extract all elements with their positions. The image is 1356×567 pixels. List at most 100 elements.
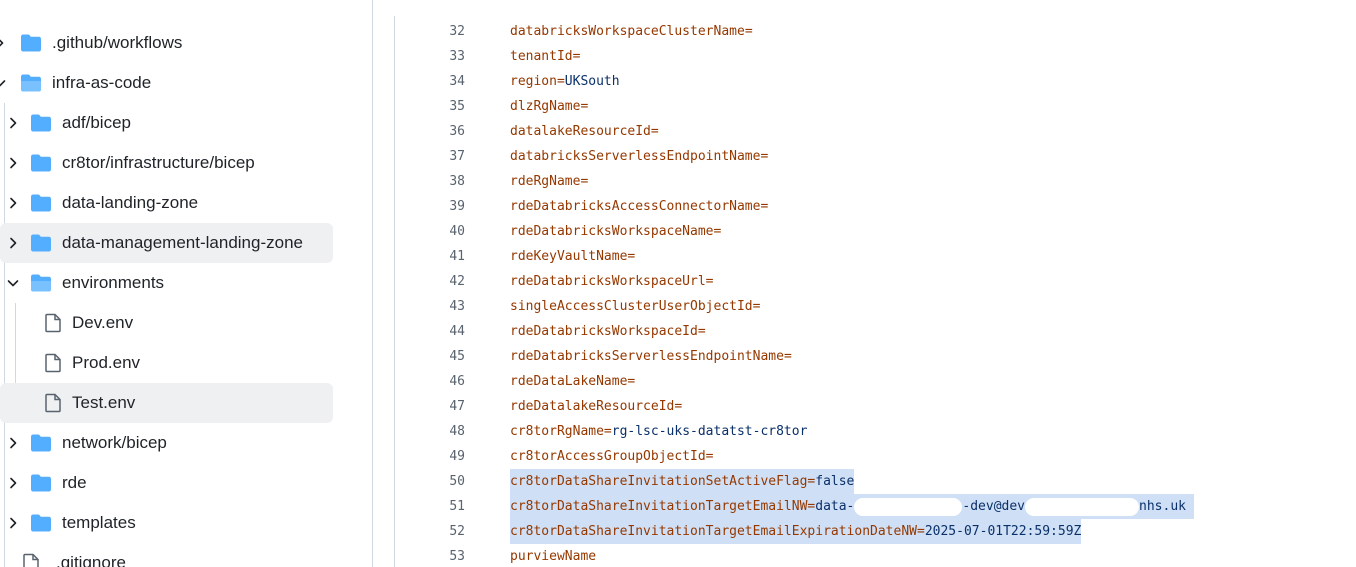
line-number[interactable]: 44	[395, 319, 465, 344]
code-viewer: 32 databricksWorkspaceClusterName = 33 tenan…	[394, 16, 1356, 567]
line-number[interactable]: 35	[395, 94, 465, 119]
env-key: databricksServerlessEndpointName	[510, 149, 761, 164]
line-number[interactable]: 33	[395, 44, 465, 69]
line-number[interactable]: 41	[395, 244, 465, 269]
chevron-right-icon[interactable]	[6, 236, 20, 250]
tree-folder-environments[interactable]: environments	[0, 263, 333, 303]
code-line: 53 purviewName	[395, 544, 1355, 567]
tree-file-prod-env[interactable]: Prod.env	[0, 343, 333, 383]
code-text: rdeDataLakeName=	[510, 369, 635, 394]
tree-folder-infra-as-code[interactable]: infra-as-code	[0, 63, 333, 103]
tree-folder-network-bicep[interactable]: network/bicep	[0, 423, 333, 463]
line-number[interactable]: 47	[395, 394, 465, 419]
code-line: 45 rdeDatabricksServerlessEndpointName=	[395, 344, 1355, 369]
code-text: rdeDatabricksAccessConnectorName=	[510, 194, 768, 219]
code-line: 52 cr8torDataShareInvitationTargetEmailEx…	[395, 519, 1355, 544]
tree-item-label: .gitignore	[56, 553, 126, 567]
tree-folder-templates[interactable]: templates	[0, 503, 333, 543]
code-line: 47 rdeDatalakeResourceId=	[395, 394, 1355, 419]
equals-sign: =	[917, 524, 925, 539]
env-key: rdeDatalakeResourceId	[510, 399, 675, 414]
equals-sign: =	[760, 149, 769, 164]
folder-open-icon	[20, 73, 42, 93]
line-number[interactable]: 52	[395, 519, 465, 544]
code-line: 33 tenantId=	[395, 44, 1355, 69]
env-value-part: nhs.uk	[1139, 499, 1186, 514]
code-line: 34 region=UKSouth	[395, 69, 1355, 94]
env-key: region	[510, 74, 557, 89]
tree-file-gitignore[interactable]: .gitignore	[0, 543, 333, 567]
code-line: 51 cr8torDataShareInvitationTargetEmailNW…	[395, 494, 1355, 519]
line-number[interactable]: 43	[395, 294, 465, 319]
tree-item-label: Test.env	[72, 393, 136, 412]
code-line: 36 datalakeResourceId=	[395, 119, 1355, 144]
code-text: cr8torDataShareInvitationTargetEmailExpi…	[510, 519, 1082, 544]
env-key: dlzRgName	[510, 99, 581, 114]
line-number[interactable]: 42	[395, 269, 465, 294]
chevron-down-icon[interactable]	[6, 276, 20, 290]
code-text: purviewName	[510, 544, 596, 567]
chevron-right-icon[interactable]	[6, 156, 20, 170]
line-number[interactable]: 40	[395, 219, 465, 244]
tree-folder-rde[interactable]: rde	[0, 463, 333, 503]
tree-item-label: environments	[62, 273, 165, 292]
tree-folder-adf-bicep[interactable]: adf/bicep	[0, 103, 333, 143]
line-number[interactable]: 34	[395, 69, 465, 94]
line-number[interactable]: 46	[395, 369, 465, 394]
equals-sign: =	[580, 99, 589, 114]
tree-item-label: cr8tor/infrastructure/bicep	[62, 153, 255, 172]
code-text: dlzRgName=	[510, 94, 588, 119]
line-number[interactable]: 45	[395, 344, 465, 369]
tree-item-label: .github/workflows	[52, 33, 183, 52]
tree-folder-cr8tor-infrastructure-bicep[interactable]: cr8tor/infrastructure/bicep	[0, 143, 333, 183]
code-text: tenantId=	[510, 44, 580, 69]
env-key: singleAccessClusterUserObjectId	[510, 299, 753, 314]
tree-file-dev-env[interactable]: Dev.env	[0, 303, 333, 343]
line-number[interactable]: 39	[395, 194, 465, 219]
env-key: tenantId	[510, 49, 573, 64]
code-text: rdeKeyVaultName=	[510, 244, 635, 269]
code-line: 50 cr8torDataShareInvitationSetActiveFlag…	[395, 469, 1355, 494]
env-key: cr8torRgName	[510, 424, 604, 439]
tree-folder-data-landing-zone[interactable]: data-landing-zone	[0, 183, 333, 223]
chevron-down-icon[interactable]	[0, 76, 7, 90]
line-number[interactable]: 37	[395, 144, 465, 169]
env-value: UKSouth	[564, 74, 620, 89]
line-number[interactable]: 51	[395, 494, 465, 519]
tree-folder-data-management-landing-zone[interactable]: data-management-landing-zone	[0, 223, 333, 263]
code-text: singleAccessClusterUserObjectId=	[510, 294, 760, 319]
line-number[interactable]: 32	[395, 19, 465, 44]
line-number[interactable]: 38	[395, 169, 465, 194]
code-line: 46 rdeDataLakeName=	[395, 369, 1355, 394]
env-key: databricksWorkspaceClusterName	[510, 24, 745, 39]
line-number[interactable]: 36	[395, 119, 465, 144]
code-line: 37 databricksServerlessEndpointName=	[395, 144, 1355, 169]
env-key: datalakeResourceId	[510, 124, 651, 139]
code-text: datalakeResourceId=	[510, 119, 659, 144]
folder-icon	[30, 193, 52, 213]
chevron-right-icon[interactable]	[6, 436, 20, 450]
chevron-right-icon[interactable]	[6, 196, 20, 210]
code-text: rdeDatalakeResourceId=	[510, 394, 682, 419]
repo-file-browser: .github/workflows infra-as-code adf/bicep c…	[0, 0, 1356, 567]
equals-sign: =	[713, 224, 722, 239]
tree-file-test-env[interactable]: Test.env	[0, 383, 333, 423]
code-text: rdeDatabricksServerlessEndpointName=	[510, 344, 792, 369]
code-line: 43 singleAccessClusterUserObjectId=	[395, 294, 1355, 319]
tree-folder-github-workflows[interactable]: .github/workflows	[0, 23, 333, 63]
env-key: cr8torDataShareInvitationTargetEmailExpi…	[510, 524, 917, 539]
line-number[interactable]: 50	[395, 469, 465, 494]
line-number[interactable]: 49	[395, 444, 465, 469]
chevron-right-icon[interactable]	[6, 476, 20, 490]
chevron-right-icon[interactable]	[0, 36, 7, 50]
line-number[interactable]: 53	[395, 544, 465, 567]
env-value: rg-lsc-uks-datatst-cr8tor	[611, 424, 808, 439]
code-line: 48 cr8torRgName=rg-lsc-uks-datatst-cr8tor	[395, 419, 1355, 444]
chevron-right-icon[interactable]	[6, 516, 20, 530]
code-text: rdeDatabricksWorkspaceId=	[510, 319, 706, 344]
line-number[interactable]: 48	[395, 419, 465, 444]
code-text: cr8torRgName=rg-lsc-uks-datatst-cr8tor	[510, 419, 807, 444]
env-key: rdeDatabricksServerlessEndpointName	[510, 349, 784, 364]
env-key: rdeDataLakeName	[510, 374, 628, 389]
chevron-right-icon[interactable]	[6, 116, 20, 130]
